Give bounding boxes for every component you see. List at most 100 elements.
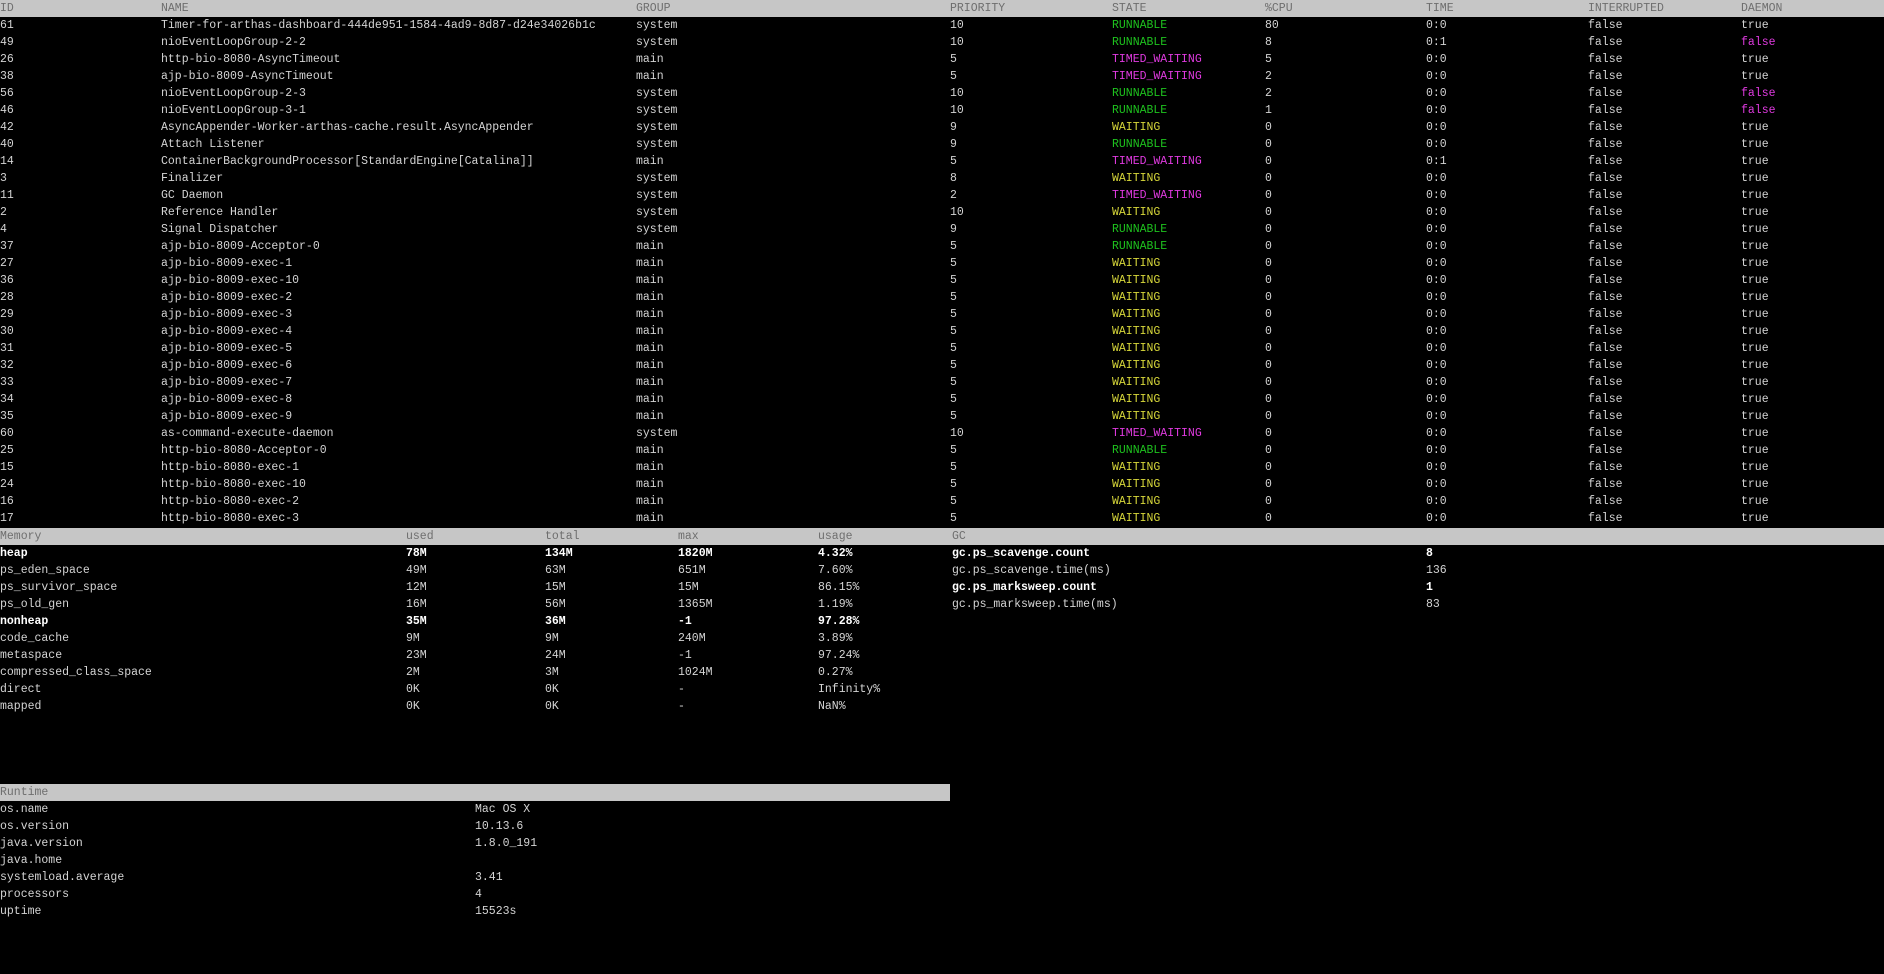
thread-row[interactable]: 35 ajp-bio-8009-exec-9 main 5 WAITING 0 0:0 fal… [0,408,1884,425]
thread-state: WAITING [1112,359,1161,372]
thread-daemon: true [1741,325,1769,338]
thread-id: 40 [0,138,14,151]
thread-row[interactable]: 34 ajp-bio-8009-exec-8 main 5 WAITING 0 0:0 fal… [0,391,1884,408]
memory-header: Memory used total max usage [0,528,950,545]
thread-priority: 5 [950,155,957,168]
thread-cpu: 0 [1265,461,1272,474]
thread-priority: 5 [950,376,957,389]
thread-row[interactable]: 25 http-bio-8080-Acceptor-0 main 5 RUNNABLE 0… [0,442,1884,459]
thread-priority: 8 [950,172,957,185]
thread-name: Finalizer [161,172,224,185]
memory-header-3: max [678,530,699,543]
thread-row[interactable]: 30 ajp-bio-8009-exec-4 main 5 WAITING 0 0:0 fal… [0,323,1884,340]
gc-value: 83 [1426,598,1440,611]
thread-row[interactable]: 37 ajp-bio-8009-Acceptor-0 main 5 RUNNABLE 0 0… [0,238,1884,255]
thread-state: TIMED_WAITING [1112,427,1202,440]
thread-row[interactable]: 27 ajp-bio-8009-exec-1 main 5 WAITING 0 0:0 fal… [0,255,1884,272]
thread-group: system [636,36,678,49]
thread-row[interactable]: 42 AsyncAppender-Worker-arthas-cache.resu… [0,119,1884,136]
thread-row[interactable]: 26 http-bio-8080-AsyncTimeout main 5 TIMED_W… [0,51,1884,68]
thread-id: 34 [0,393,14,406]
thread-interrupted: false [1588,240,1623,253]
thread-row[interactable]: 14 ContainerBackgroundProcessor[StandardE… [0,153,1884,170]
thread-row[interactable]: 49 nioEventLoopGroup-2-2 system 10 RUNNABLE 8… [0,34,1884,51]
gc-value: 136 [1426,564,1447,577]
thread-row[interactable]: 56 nioEventLoopGroup-2-3 system 10 RUNNABLE 2… [0,85,1884,102]
runtime-key: java.version [0,837,83,850]
thread-row[interactable]: 2 Reference Handler system 10 WAITING 0 0:0 fal… [0,204,1884,221]
thread-id: 28 [0,291,14,304]
thread-daemon: true [1741,19,1769,32]
thread-row[interactable]: 4 Signal Dispatcher system 9 RUNNABLE 0 0:0 fal… [0,221,1884,238]
runtime-header: Runtime [0,784,950,801]
thread-row[interactable]: 32 ajp-bio-8009-exec-6 main 5 WAITING 0 0:0 fal… [0,357,1884,374]
thread-interrupted: false [1588,461,1623,474]
thread-interrupted: false [1588,257,1623,270]
thread-row[interactable]: 36 ajp-bio-8009-exec-10 main 5 WAITING 0 0:0 fa… [0,272,1884,289]
thread-id: 27 [0,257,14,270]
thread-state: RUNNABLE [1112,36,1168,49]
memory-cell: 0K [406,683,420,696]
thread-row[interactable]: 40 Attach Listener system 9 RUNNABLE 0 0:0 fals… [0,136,1884,153]
memory-cell: 97.24% [818,649,860,662]
thread-interrupted: false [1588,359,1623,372]
thread-id: 30 [0,325,14,338]
thread-time: 0:0 [1426,121,1447,134]
thread-row[interactable]: 16 http-bio-8080-exec-2 main 5 WAITING 0 0:0 fa… [0,493,1884,510]
thread-interrupted: false [1588,223,1623,236]
thread-id: 31 [0,342,14,355]
thread-interrupted: false [1588,104,1623,117]
thread-row[interactable]: 61 Timer-for-arthas-dashboard-444de951-15… [0,17,1884,34]
thread-state: RUNNABLE [1112,223,1168,236]
runtime-key: java.home [0,854,63,867]
thread-group: system [636,427,678,440]
thread-name: Signal Dispatcher [161,223,279,236]
thread-row[interactable]: 33 ajp-bio-8009-exec-7 main 5 WAITING 0 0:0 fal… [0,374,1884,391]
thread-id: 3 [0,172,7,185]
thread-row[interactable]: 60 as-command-execute-daemon system 10 TIMED… [0,425,1884,442]
thread-id: 33 [0,376,14,389]
thread-priority: 10 [950,104,964,117]
thread-priority: 2 [950,189,957,202]
thread-row[interactable]: 31 ajp-bio-8009-exec-5 main 5 WAITING 0 0:0 fal… [0,340,1884,357]
thread-name: ajp-bio-8009-Acceptor-0 [161,240,320,253]
thread-row[interactable]: 28 ajp-bio-8009-exec-2 main 5 WAITING 0 0:0 fal… [0,289,1884,306]
thread-time: 0:0 [1426,478,1447,491]
thread-row[interactable]: 38 ajp-bio-8009-AsyncTimeout main 5 TIMED_WA… [0,68,1884,85]
gc-header-label: GC [952,530,966,543]
thread-cpu: 0 [1265,376,1272,389]
thread-row[interactable]: 24 http-bio-8080-exec-10 main 5 WAITING 0 0:0 f… [0,476,1884,493]
thread-row[interactable]: 15 http-bio-8080-exec-1 main 5 WAITING 0 0:0 fa… [0,459,1884,476]
thread-cpu: 80 [1265,19,1279,32]
thread-row[interactable]: 11 GC Daemon system 2 TIMED_WAITING 0 0:0 false… [0,187,1884,204]
thread-time: 0:0 [1426,206,1447,219]
thread-priority: 9 [950,223,957,236]
thread-state: WAITING [1112,308,1161,321]
thread-cpu: 0 [1265,155,1272,168]
thread-row[interactable]: 29 ajp-bio-8009-exec-3 main 5 WAITING 0 0:0 fal… [0,306,1884,323]
thread-group: system [636,172,678,185]
thread-interrupted: false [1588,206,1623,219]
thread-state: WAITING [1112,291,1161,304]
thread-name: ajp-bio-8009-AsyncTimeout [161,70,334,83]
thread-time: 0:0 [1426,410,1447,423]
memory-row: compressed_class_space 2M 3M 1024M 0.27% [0,664,1884,681]
thread-time: 0:0 [1426,393,1447,406]
memory-cell: - [678,683,685,696]
thread-state: RUNNABLE [1112,87,1168,100]
thread-name: nioEventLoopGroup-3-1 [161,104,306,117]
thread-group: main [636,410,664,423]
memory-cell: 35M [406,615,427,628]
thread-id: 46 [0,104,14,117]
thread-row[interactable]: 46 nioEventLoopGroup-3-1 system 10 RUNNABLE 1… [0,102,1884,119]
thread-daemon: true [1741,274,1769,287]
thread-daemon: true [1741,206,1769,219]
thread-group: main [636,444,664,457]
thread-cpu: 0 [1265,359,1272,372]
thread-group: main [636,70,664,83]
thread-interrupted: false [1588,19,1623,32]
thread-row[interactable]: 17 http-bio-8080-exec-3 main 5 WAITING 0 0:0 fa… [0,510,1884,527]
thread-row[interactable]: 3 Finalizer system 8 WAITING 0 0:0 false true [0,170,1884,187]
gc-value: 8 [1426,547,1433,560]
thread-cpu: 0 [1265,172,1272,185]
